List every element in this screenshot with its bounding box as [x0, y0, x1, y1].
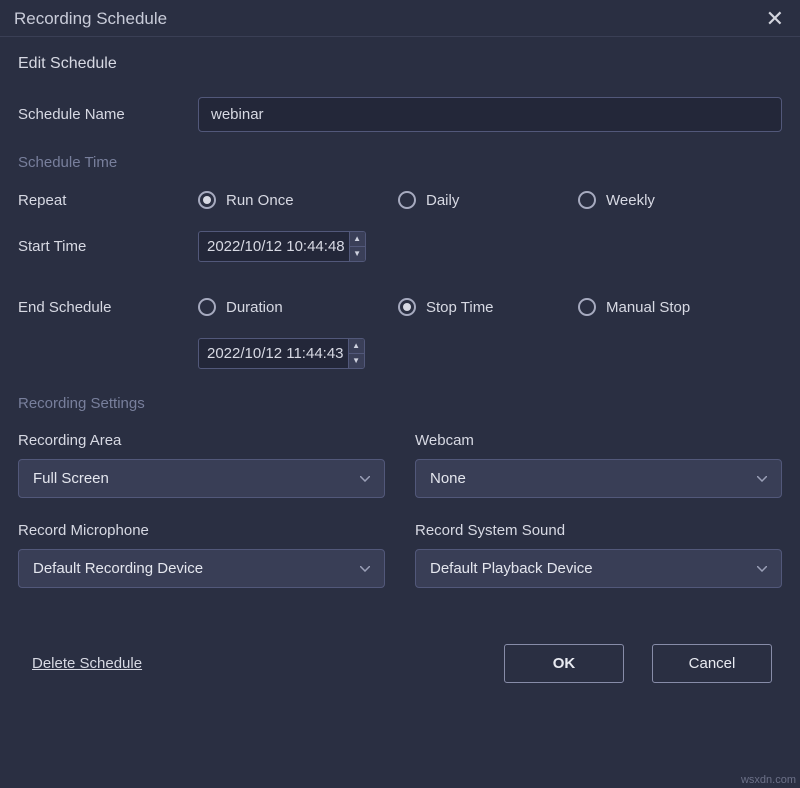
cancel-button[interactable]: Cancel — [652, 644, 772, 683]
recording-area-select[interactable]: Full Screen — [18, 459, 385, 498]
radio-label: Manual Stop — [606, 299, 690, 316]
radio-icon — [198, 298, 216, 316]
select-value: None — [430, 470, 466, 487]
chevron-up-icon[interactable]: ▲ — [350, 232, 365, 247]
recording-settings-section: Recording Settings — [18, 395, 782, 412]
webcam-label: Webcam — [415, 432, 782, 449]
radio-label: Stop Time — [426, 299, 494, 316]
spinner-icon[interactable]: ▲ ▼ — [349, 232, 365, 261]
chevron-up-icon[interactable]: ▲ — [349, 339, 364, 354]
radio-icon — [578, 191, 596, 209]
end-radio-group: Duration Stop Time Manual Stop — [198, 298, 782, 316]
record-system-sound-block: Record System Sound Default Playback Dev… — [415, 522, 782, 588]
end-manual-stop-radio[interactable]: Manual Stop — [578, 298, 782, 316]
repeat-weekly-radio[interactable]: Weekly — [578, 191, 782, 209]
webcam-block: Webcam None — [415, 432, 782, 498]
settings-grid: Recording Area Full Screen Webcam None R… — [18, 432, 782, 612]
close-icon[interactable]: ✕ — [762, 8, 788, 30]
radio-label: Daily — [426, 192, 459, 209]
spinner-icon[interactable]: ▲ ▼ — [348, 339, 364, 368]
record-system-sound-select[interactable]: Default Playback Device — [415, 549, 782, 588]
chevron-down-icon[interactable]: ▼ — [350, 247, 365, 262]
recording-area-label: Recording Area — [18, 432, 385, 449]
schedule-name-row: Schedule Name — [18, 97, 782, 132]
start-time-row: Start Time 2022/10/12 10:44:48 ▲ ▼ — [18, 231, 782, 262]
start-time-label: Start Time — [18, 238, 198, 255]
watermark-text: wsxdn.com — [741, 774, 796, 786]
select-value: Full Screen — [33, 470, 109, 487]
repeat-run-once-radio[interactable]: Run Once — [198, 191, 398, 209]
schedule-name-label: Schedule Name — [18, 106, 198, 123]
dialog-footer: Delete Schedule OK Cancel — [18, 624, 782, 683]
radio-icon — [578, 298, 596, 316]
end-schedule-row: End Schedule Duration Stop Time Manual S… — [18, 298, 782, 316]
webcam-select[interactable]: None — [415, 459, 782, 498]
repeat-label: Repeat — [18, 192, 198, 209]
end-time-value: 2022/10/12 11:44:43 — [199, 339, 348, 368]
chevron-down-icon — [757, 566, 767, 572]
dialog-title: Recording Schedule — [14, 9, 167, 29]
end-schedule-label: End Schedule — [18, 299, 198, 316]
end-stop-time-radio[interactable]: Stop Time — [398, 298, 578, 316]
start-time-input[interactable]: 2022/10/12 10:44:48 ▲ ▼ — [198, 231, 366, 262]
repeat-daily-radio[interactable]: Daily — [398, 191, 578, 209]
recording-schedule-dialog: Recording Schedule ✕ Edit Schedule Sched… — [0, 0, 800, 788]
record-microphone-select[interactable]: Default Recording Device — [18, 549, 385, 588]
chevron-down-icon — [360, 476, 370, 482]
delete-schedule-link[interactable]: Delete Schedule — [32, 655, 142, 672]
radio-label: Run Once — [226, 192, 294, 209]
record-microphone-label: Record Microphone — [18, 522, 385, 539]
chevron-down-icon — [360, 566, 370, 572]
edit-schedule-heading: Edit Schedule — [18, 55, 782, 73]
schedule-name-input[interactable] — [198, 97, 782, 132]
repeat-row: Repeat Run Once Daily Weekly — [18, 191, 782, 209]
repeat-radio-group: Run Once Daily Weekly — [198, 191, 782, 209]
ok-button[interactable]: OK — [504, 644, 624, 683]
record-microphone-block: Record Microphone Default Recording Devi… — [18, 522, 385, 588]
titlebar: Recording Schedule ✕ — [0, 0, 800, 37]
select-value: Default Playback Device — [430, 560, 593, 577]
end-time-row: 2022/10/12 11:44:43 ▲ ▼ — [18, 338, 782, 369]
chevron-down-icon — [757, 476, 767, 482]
schedule-time-section: Schedule Time — [18, 154, 782, 171]
recording-area-block: Recording Area Full Screen — [18, 432, 385, 498]
record-system-sound-label: Record System Sound — [415, 522, 782, 539]
radio-label: Weekly — [606, 192, 655, 209]
select-value: Default Recording Device — [33, 560, 203, 577]
radio-icon — [398, 298, 416, 316]
chevron-down-icon[interactable]: ▼ — [349, 354, 364, 369]
radio-label: Duration — [226, 299, 283, 316]
end-time-input[interactable]: 2022/10/12 11:44:43 ▲ ▼ — [198, 338, 365, 369]
end-duration-radio[interactable]: Duration — [198, 298, 398, 316]
radio-icon — [198, 191, 216, 209]
dialog-content: Edit Schedule Schedule Name Schedule Tim… — [0, 37, 800, 683]
radio-icon — [398, 191, 416, 209]
start-time-value: 2022/10/12 10:44:48 — [199, 232, 349, 261]
